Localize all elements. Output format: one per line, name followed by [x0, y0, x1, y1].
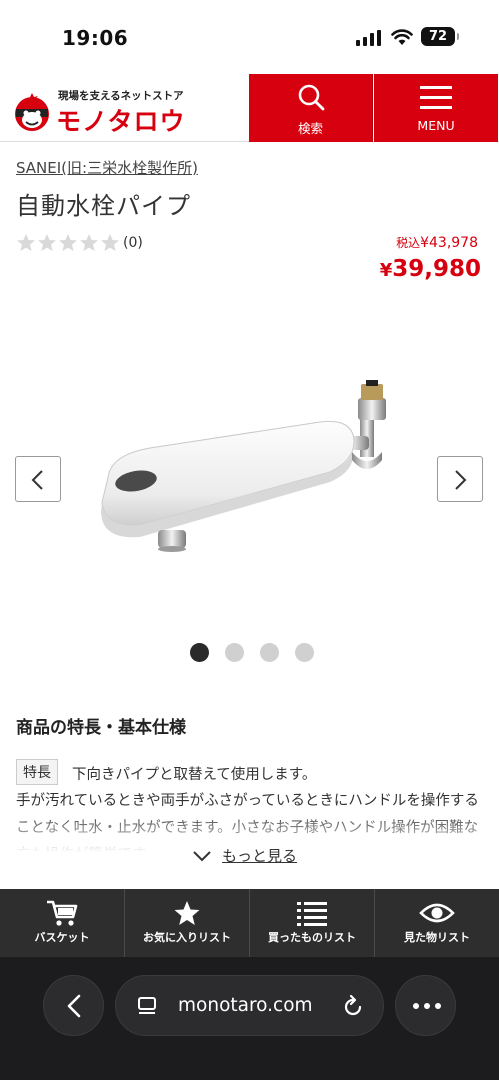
nav-viewed-label: 見た物リスト: [404, 931, 470, 944]
nav-purchased-label: 買ったものリスト: [268, 931, 356, 944]
search-icon: [298, 84, 324, 111]
carousel-prev-button[interactable]: [15, 456, 61, 502]
review-count[interactable]: (0): [123, 235, 143, 251]
chevron-left-icon: [31, 470, 43, 490]
hamburger-icon: [420, 86, 452, 109]
carousel-dot[interactable]: [225, 643, 244, 662]
rating-star-icon: [17, 234, 35, 251]
carousel-dots: [190, 643, 330, 662]
monotaro-logo[interactable]: 現場を支えるネットストア モノタロウ: [10, 84, 200, 136]
site-header: 現場を支えるネットストア モノタロウ 検索 MENU: [0, 74, 499, 142]
more-dots-icon: [413, 1003, 441, 1009]
rating-star-icon: [59, 234, 77, 251]
nav-favorites-label: お気に入りリスト: [143, 931, 231, 944]
logo-tagline: 現場を支えるネットストア: [58, 90, 184, 102]
carousel-dot[interactable]: [295, 643, 314, 662]
back-arrow-icon: [67, 994, 81, 1018]
url-text: monotaro.com: [178, 995, 313, 1016]
show-more-link[interactable]: もっと見る: [192, 845, 297, 866]
chevron-down-icon: [193, 850, 211, 861]
carousel-dot[interactable]: [260, 643, 279, 662]
nav-basket[interactable]: バスケット: [0, 889, 125, 957]
rating-star-icon: [38, 234, 56, 251]
eye-icon: [419, 903, 455, 923]
cart-icon: [47, 900, 78, 926]
nav-purchased[interactable]: 買ったものリスト: [250, 889, 375, 957]
rating-star-icon: [101, 234, 119, 251]
mascot-icon: [15, 93, 49, 131]
nav-favorites[interactable]: お気に入りリスト: [125, 889, 250, 957]
price-with-tax: 税込¥43,978: [396, 234, 478, 251]
address-bar[interactable]: monotaro.com: [115, 975, 384, 1036]
rating-star-icon: [80, 234, 98, 251]
reload-icon[interactable]: [342, 994, 364, 1018]
tabs-icon: [138, 997, 156, 1014]
feature-lead-text: 下向きパイプと取替えて使用します。: [72, 767, 317, 783]
search-button[interactable]: 検索: [249, 74, 373, 142]
tax-price-value: ¥43,978: [420, 235, 478, 251]
tax-prefix: 税込: [396, 236, 421, 250]
menu-button[interactable]: MENU: [374, 74, 498, 142]
product-image[interactable]: [90, 360, 420, 560]
list-icon: [297, 902, 327, 926]
browser-more-button[interactable]: [395, 975, 456, 1036]
cellular-signal-icon: [356, 30, 381, 46]
show-more-label: もっと見る: [222, 847, 298, 865]
price: ¥39,980: [380, 256, 481, 282]
brand-link[interactable]: SANEI(旧:三栄水栓製作所): [16, 157, 198, 178]
status-bar: 19:06 72: [0, 0, 499, 74]
price-value: 39,980: [392, 256, 481, 282]
price-currency: ¥: [379, 260, 393, 281]
star-icon: [174, 901, 200, 925]
search-label: 検索: [297, 121, 323, 136]
rating-stars[interactable]: (0): [16, 232, 143, 254]
nav-basket-label: バスケット: [34, 931, 90, 944]
logo-text: モノタロウ: [56, 107, 186, 136]
carousel-dot[interactable]: [190, 643, 209, 662]
app-bottom-nav: バスケット お気に入りリスト 買ったものリスト 見た物リスト: [0, 889, 499, 957]
chevron-right-icon: [455, 470, 467, 490]
feature-tag: 特長: [16, 759, 58, 785]
nav-viewed[interactable]: 見た物リスト: [375, 889, 499, 957]
wifi-icon: [391, 29, 413, 45]
product-title: 自動水栓パイプ: [16, 192, 191, 220]
features-section-title: 商品の特長・基本仕様: [16, 718, 186, 738]
status-time: 19:06: [62, 26, 129, 50]
battery-indicator: 72: [421, 27, 459, 46]
browser-back-button[interactable]: [43, 975, 104, 1036]
carousel-next-button[interactable]: [437, 456, 483, 502]
browser-toolbar: monotaro.com: [0, 957, 499, 1080]
menu-label: MENU: [417, 118, 455, 133]
